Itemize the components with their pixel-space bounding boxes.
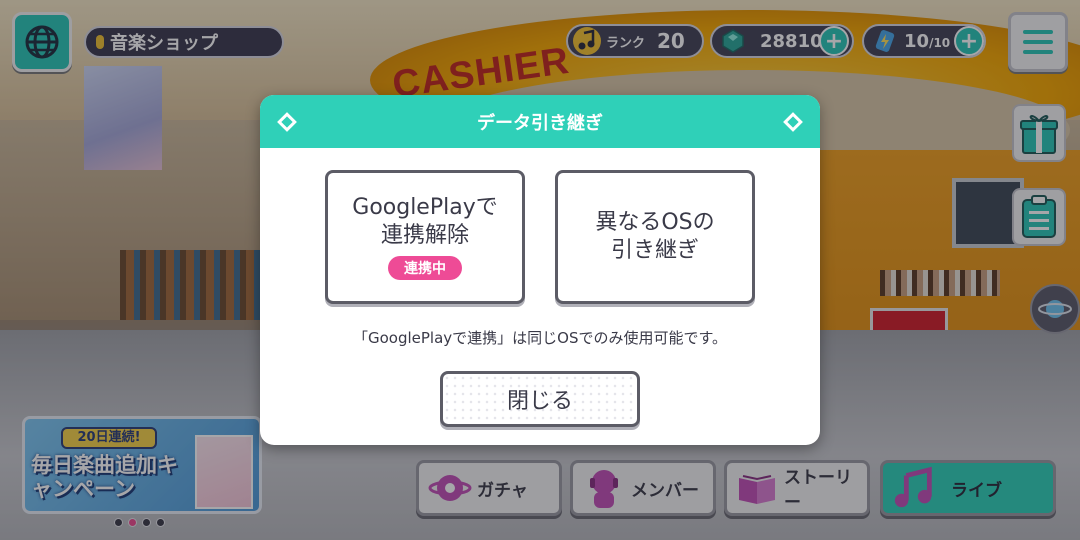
diamond-ornament-icon bbox=[277, 112, 297, 132]
dialog-note: 「GooglePlayで連携」は同じOSでのみ使用可能です。 bbox=[352, 329, 727, 347]
dialog-header: データ引き継ぎ bbox=[260, 95, 820, 148]
close-label: 閉じる bbox=[506, 389, 573, 414]
diamond-ornament-icon bbox=[783, 112, 803, 132]
other-os-transfer-button[interactable]: 異なるOSの 引き継ぎ bbox=[555, 170, 755, 304]
close-button[interactable]: 閉じる bbox=[440, 371, 640, 427]
dialog-title: データ引き継ぎ bbox=[477, 112, 603, 134]
data-transfer-dialog: データ引き継ぎ GooglePlayで 連携解除 連携中 異なるOSの 引き継ぎ… bbox=[260, 95, 820, 445]
linked-status-badge: 連携中 bbox=[388, 256, 462, 280]
googleplay-unlink-button[interactable]: GooglePlayで 連携解除 連携中 bbox=[325, 170, 525, 304]
other-os-transfer-label: 異なるOSの 引き継ぎ bbox=[595, 210, 715, 263]
googleplay-unlink-label: GooglePlayで 連携解除 bbox=[352, 195, 498, 248]
